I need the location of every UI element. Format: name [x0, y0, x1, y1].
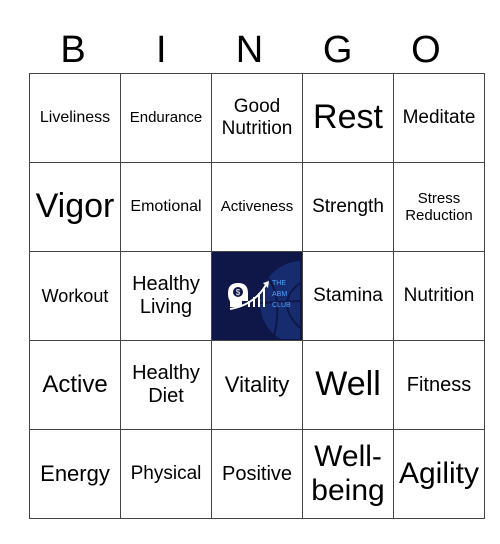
bingo-cell[interactable]: Fitness — [393, 340, 485, 430]
bingo-cell[interactable]: Vitality — [211, 340, 303, 430]
bingo-cell[interactable]: Liveliness — [29, 73, 121, 163]
bingo-header: B I N G O — [29, 28, 470, 72]
bingo-cell[interactable]: Good Nutrition — [211, 73, 303, 163]
free-space-cell[interactable]: $ THE ABM CLUB — [211, 251, 303, 341]
svg-text:$: $ — [236, 288, 241, 297]
bingo-cell[interactable]: Active — [29, 340, 121, 430]
bingo-cell[interactable]: Nutrition — [393, 251, 485, 341]
bingo-cell[interactable]: Healthy Living — [120, 251, 212, 341]
logo-text: THE — [272, 280, 286, 287]
header-letter-i: I — [156, 29, 167, 71]
bingo-cell[interactable]: Physical — [120, 429, 212, 519]
bingo-cell[interactable]: Well — [302, 340, 394, 430]
grid-row: Liveliness Endurance Good Nutrition Rest… — [29, 73, 485, 163]
bingo-cell[interactable]: Emotional — [120, 162, 212, 252]
header-letter-b: B — [60, 29, 86, 71]
bingo-cell[interactable]: Healthy Diet — [120, 340, 212, 430]
abm-club-logo: $ THE ABM CLUB — [214, 253, 300, 339]
bingo-cell[interactable]: Energy — [29, 429, 121, 519]
bingo-cell[interactable]: Activeness — [211, 162, 303, 252]
bingo-cell[interactable]: Endurance — [120, 73, 212, 163]
grid-row: Energy Physical Positive Well-being Agil… — [29, 429, 485, 519]
bingo-cell[interactable]: Agility — [393, 429, 485, 519]
bingo-cell[interactable]: Well-being — [302, 429, 394, 519]
bingo-cell[interactable]: Stamina — [302, 251, 394, 341]
header-letter-n: N — [235, 29, 264, 71]
logo-text: ABM — [272, 291, 287, 298]
bingo-cell[interactable]: Strength — [302, 162, 394, 252]
bingo-cell[interactable]: Stress Reduction — [393, 162, 485, 252]
grid-row: Vigor Emotional Activeness Strength Stre… — [29, 162, 485, 252]
header-letter-o: O — [411, 29, 441, 71]
grid-row: Active Healthy Diet Vitality Well Fitnes… — [29, 340, 485, 430]
bingo-cell[interactable]: Workout — [29, 251, 121, 341]
bingo-cell[interactable]: Positive — [211, 429, 303, 519]
grid-row: Workout Healthy Living $ THE ABM CLUB St… — [29, 251, 485, 341]
header-letter-g: G — [322, 29, 353, 71]
bingo-grid: Liveliness Endurance Good Nutrition Rest… — [29, 73, 485, 519]
logo-text: CLUB — [272, 302, 291, 309]
bingo-cell[interactable]: Vigor — [29, 162, 121, 252]
bingo-cell[interactable]: Rest — [302, 73, 394, 163]
bingo-cell[interactable]: Meditate — [393, 73, 485, 163]
